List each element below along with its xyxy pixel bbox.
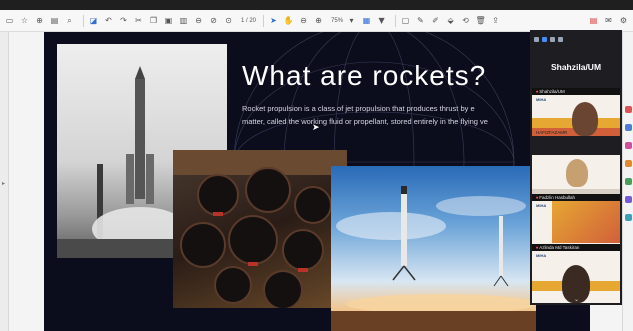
speaker-view-icon[interactable] (534, 36, 539, 42)
zoom-level[interactable]: 75% (331, 18, 343, 24)
pdf-toolbar: ▭ ☆ ⊕ ▤ ⌕ ◪ ↶ ↷ ✂ ❐ ▣ ▥ ⊖ ⊘ ⊙ 1 / 20 ➤ ✋… (0, 10, 633, 32)
engine-nozzles-illustration (173, 150, 347, 308)
create-pdf-icon[interactable] (625, 124, 632, 131)
upload-icon[interactable]: ⊕ (34, 15, 45, 26)
undo-annotation-icon[interactable]: ⟲ (460, 15, 471, 26)
screen: ▭ ☆ ⊕ ▤ ⌕ ◪ ↶ ↷ ✂ ❐ ▣ ▥ ⊖ ⊘ ⊙ 1 / 20 ➤ ✋… (0, 0, 633, 331)
background-stripe (552, 201, 620, 243)
miha-logo: MIHA (536, 97, 547, 102)
search-icon[interactable]: ⌕ (64, 15, 75, 26)
participant-name: ⏺Shahzila/UM (532, 88, 620, 95)
page-indicator[interactable]: 1 / 20 (241, 18, 256, 24)
copy-icon[interactable]: ❐ (148, 15, 159, 26)
select-icon[interactable]: ➤ (268, 15, 279, 26)
cut-icon[interactable]: ✂ (133, 15, 144, 26)
participant-tile[interactable]: MIHA ⏺Azlinda Md Taskiran (532, 201, 620, 251)
first-page-icon[interactable]: ⊖ (193, 15, 204, 26)
toolbar-divider (395, 14, 397, 27)
booster-landing-illustration (331, 186, 536, 331)
stamp-icon[interactable]: ⬙ (445, 15, 456, 26)
rocket-engines-photo (173, 150, 347, 308)
meeting-participants-panel: Shahzila/UM ⏺Shahzila/UM MIHA HAFIZFAZAM… (530, 30, 622, 305)
participant-name: ⏺Azlinda Md Taskiran (532, 244, 620, 251)
sign-icon[interactable]: ✎ (415, 15, 426, 26)
fill-sign-icon[interactable] (625, 196, 632, 203)
toolbar-divider (263, 14, 265, 27)
layout-icon[interactable] (550, 36, 555, 42)
slide-body-line: Rocket propulsion is a class of jet prop… (242, 104, 475, 113)
window-top-bar (0, 0, 633, 10)
toolbar-divider (83, 14, 84, 27)
more-tools-icon[interactable] (625, 214, 632, 221)
grid-view-icon[interactable] (558, 36, 563, 42)
left-panel-rail[interactable]: ▸ (0, 32, 9, 331)
zoom-out-icon[interactable]: ⊖ (298, 15, 309, 26)
comment-icon[interactable]: ▢ (400, 15, 411, 26)
gallery-view-icon[interactable] (542, 36, 547, 42)
chevron-down-icon[interactable]: ▾ (346, 15, 357, 26)
edit-pdf-icon[interactable] (625, 142, 632, 149)
participant-video (566, 159, 588, 187)
miha-logo: MIHA (536, 203, 547, 208)
hand-icon[interactable]: ✋ (283, 15, 294, 26)
expand-panel-icon[interactable]: ▸ (2, 180, 5, 187)
mic-muted-icon: ⏺ (536, 89, 539, 94)
trash-icon[interactable]: 🗑 (475, 15, 486, 26)
share-icon[interactable]: ⇪ (490, 15, 501, 26)
draw-icon[interactable]: ✐ (430, 15, 441, 26)
panel-header (530, 30, 622, 48)
redo-icon[interactable]: ↷ (118, 15, 129, 26)
comment-tool-icon[interactable] (625, 160, 632, 167)
presentation-slide: What are rockets? Rocket propulsion is a… (44, 32, 590, 331)
mic-muted-icon: ⏺ (536, 245, 539, 250)
active-speaker-name: Shahzila/UM (550, 62, 602, 72)
slide-body-text: Rocket propulsion is a class of jet prop… (242, 102, 542, 128)
participant-tile[interactable]: ⏺Shahzila/UM MIHA HAFIZFAZAMR (532, 88, 620, 136)
mic-muted-icon: ⏺ (536, 195, 539, 200)
right-tool-rail (622, 32, 633, 331)
chevron-down-icon[interactable]: ⌄ (574, 296, 579, 303)
pointer-icon[interactable]: ◪ (88, 15, 99, 26)
next-page-icon[interactable]: ⊙ (223, 15, 234, 26)
mouse-cursor-icon: ➤ (312, 123, 320, 133)
organize-pages-icon[interactable] (625, 178, 632, 185)
paste-icon[interactable]: ▣ (163, 15, 174, 26)
star-icon[interactable]: ☆ (19, 15, 30, 26)
fit-page-icon[interactable]: ▦ (361, 15, 372, 26)
page-icon[interactable]: ▭ (4, 15, 15, 26)
participant-tile[interactable]: ⏺Fadzlin Hasbullah (532, 155, 620, 201)
prev-page-icon[interactable]: ⊘ (208, 15, 219, 26)
export-pdf-icon[interactable] (625, 106, 632, 113)
settings-icon[interactable]: ⚙ (618, 15, 629, 26)
highlight-icon[interactable]: ▼ (376, 15, 387, 26)
delete-icon[interactable]: ▥ (178, 15, 189, 26)
slide-body-line: matter, called the working fluid or prop… (242, 117, 488, 126)
participant-name: ⏺Fadzlin Hasbullah (532, 194, 620, 201)
undo-icon[interactable]: ↶ (103, 15, 114, 26)
mail-icon[interactable]: ✉ (603, 15, 614, 26)
zoom-in-icon[interactable]: ⊕ (313, 15, 324, 26)
pdf-icon[interactable]: ▤ (588, 15, 599, 26)
miha-logo: MIHA (536, 253, 547, 258)
participant-name: HAFIZFAZAMR (536, 130, 568, 135)
slide-title: What are rockets? (242, 60, 487, 91)
print-icon[interactable]: ▤ (49, 15, 60, 26)
booster-landing-photo (331, 166, 536, 331)
